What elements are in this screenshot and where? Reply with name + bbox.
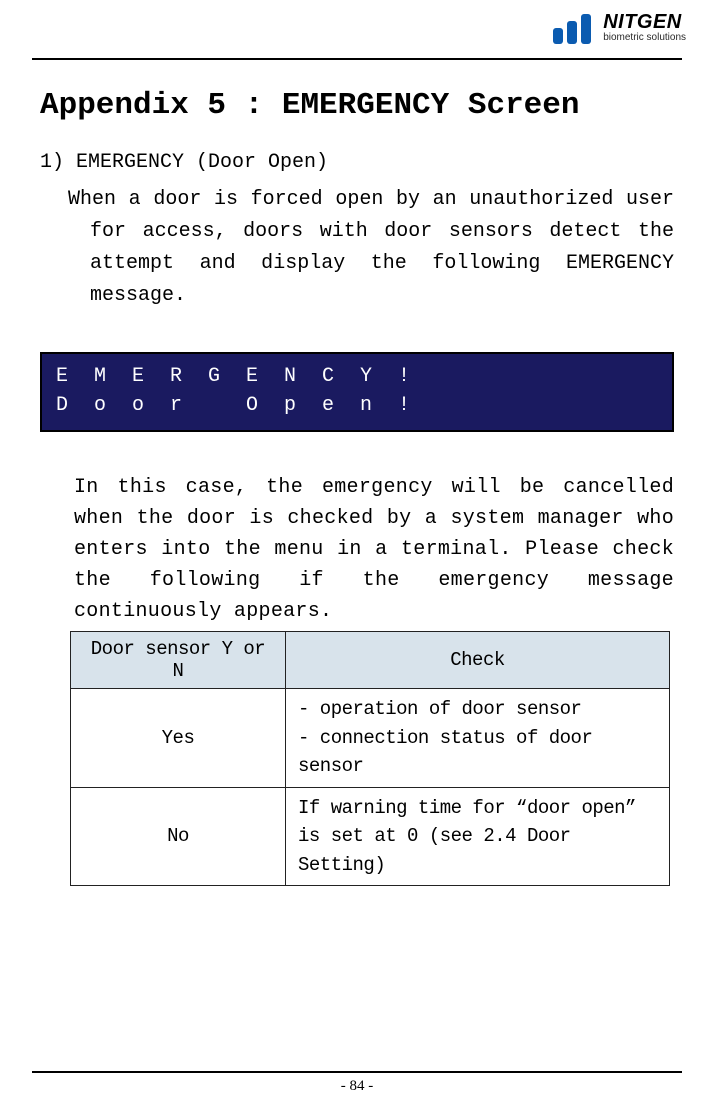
cell-sensor-yes: Yes xyxy=(71,689,286,788)
brand-bars-icon xyxy=(553,14,597,44)
lcd-char: O xyxy=(246,391,284,420)
lcd-char: o xyxy=(94,391,132,420)
lcd-char: N xyxy=(284,362,322,391)
page-number: - 84 - xyxy=(0,1078,714,1095)
footer-divider xyxy=(32,1071,682,1073)
cell-check-yes: - operation of door sensor- connection s… xyxy=(286,689,670,788)
followup-paragraph: In this case, the emergency will be canc… xyxy=(68,472,674,627)
col-head-sensor: Door sensor Y or N xyxy=(71,632,286,689)
cell-check-no: If warning time for “door open” is set a… xyxy=(286,787,670,886)
check-table: Door sensor Y or N Check Yes - operation… xyxy=(70,631,670,886)
lcd-char: ! xyxy=(398,391,436,420)
brand-name: NITGEN xyxy=(603,12,686,33)
lcd-display: EMERGENCY! DoorOpen! xyxy=(40,352,674,432)
lcd-char: D xyxy=(56,391,94,420)
lcd-char: M xyxy=(94,362,132,391)
lcd-char: G xyxy=(208,362,246,391)
cell-sensor-no: No xyxy=(71,787,286,886)
lcd-char: E xyxy=(246,362,284,391)
table-row: No If warning time for “door open” is se… xyxy=(71,787,670,886)
lcd-char: E xyxy=(56,362,94,391)
lcd-row-2: DoorOpen! xyxy=(56,391,658,420)
lcd-char: p xyxy=(284,391,322,420)
page-title: Appendix 5 : EMERGENCY Screen xyxy=(40,88,674,123)
table-row: Yes - operation of door sensor- connecti… xyxy=(71,689,670,788)
lcd-char: r xyxy=(170,391,208,420)
lcd-char: o xyxy=(132,391,170,420)
intro-paragraph: When a door is forced open by an unautho… xyxy=(68,184,674,312)
lcd-char: Y xyxy=(360,362,398,391)
header-divider xyxy=(32,58,682,60)
table-header-row: Door sensor Y or N Check xyxy=(71,632,670,689)
lcd-char: ! xyxy=(398,362,436,391)
col-head-check: Check xyxy=(286,632,670,689)
section-heading: 1) EMERGENCY (Door Open) xyxy=(40,151,674,174)
brand-tagline: biometric solutions xyxy=(603,33,686,44)
lcd-char: R xyxy=(170,362,208,391)
lcd-char: n xyxy=(360,391,398,420)
lcd-char: e xyxy=(322,391,360,420)
lcd-char: C xyxy=(322,362,360,391)
lcd-row-1: EMERGENCY! xyxy=(56,362,658,391)
lcd-char: E xyxy=(132,362,170,391)
brand-logo: NITGEN biometric solutions xyxy=(553,12,686,44)
